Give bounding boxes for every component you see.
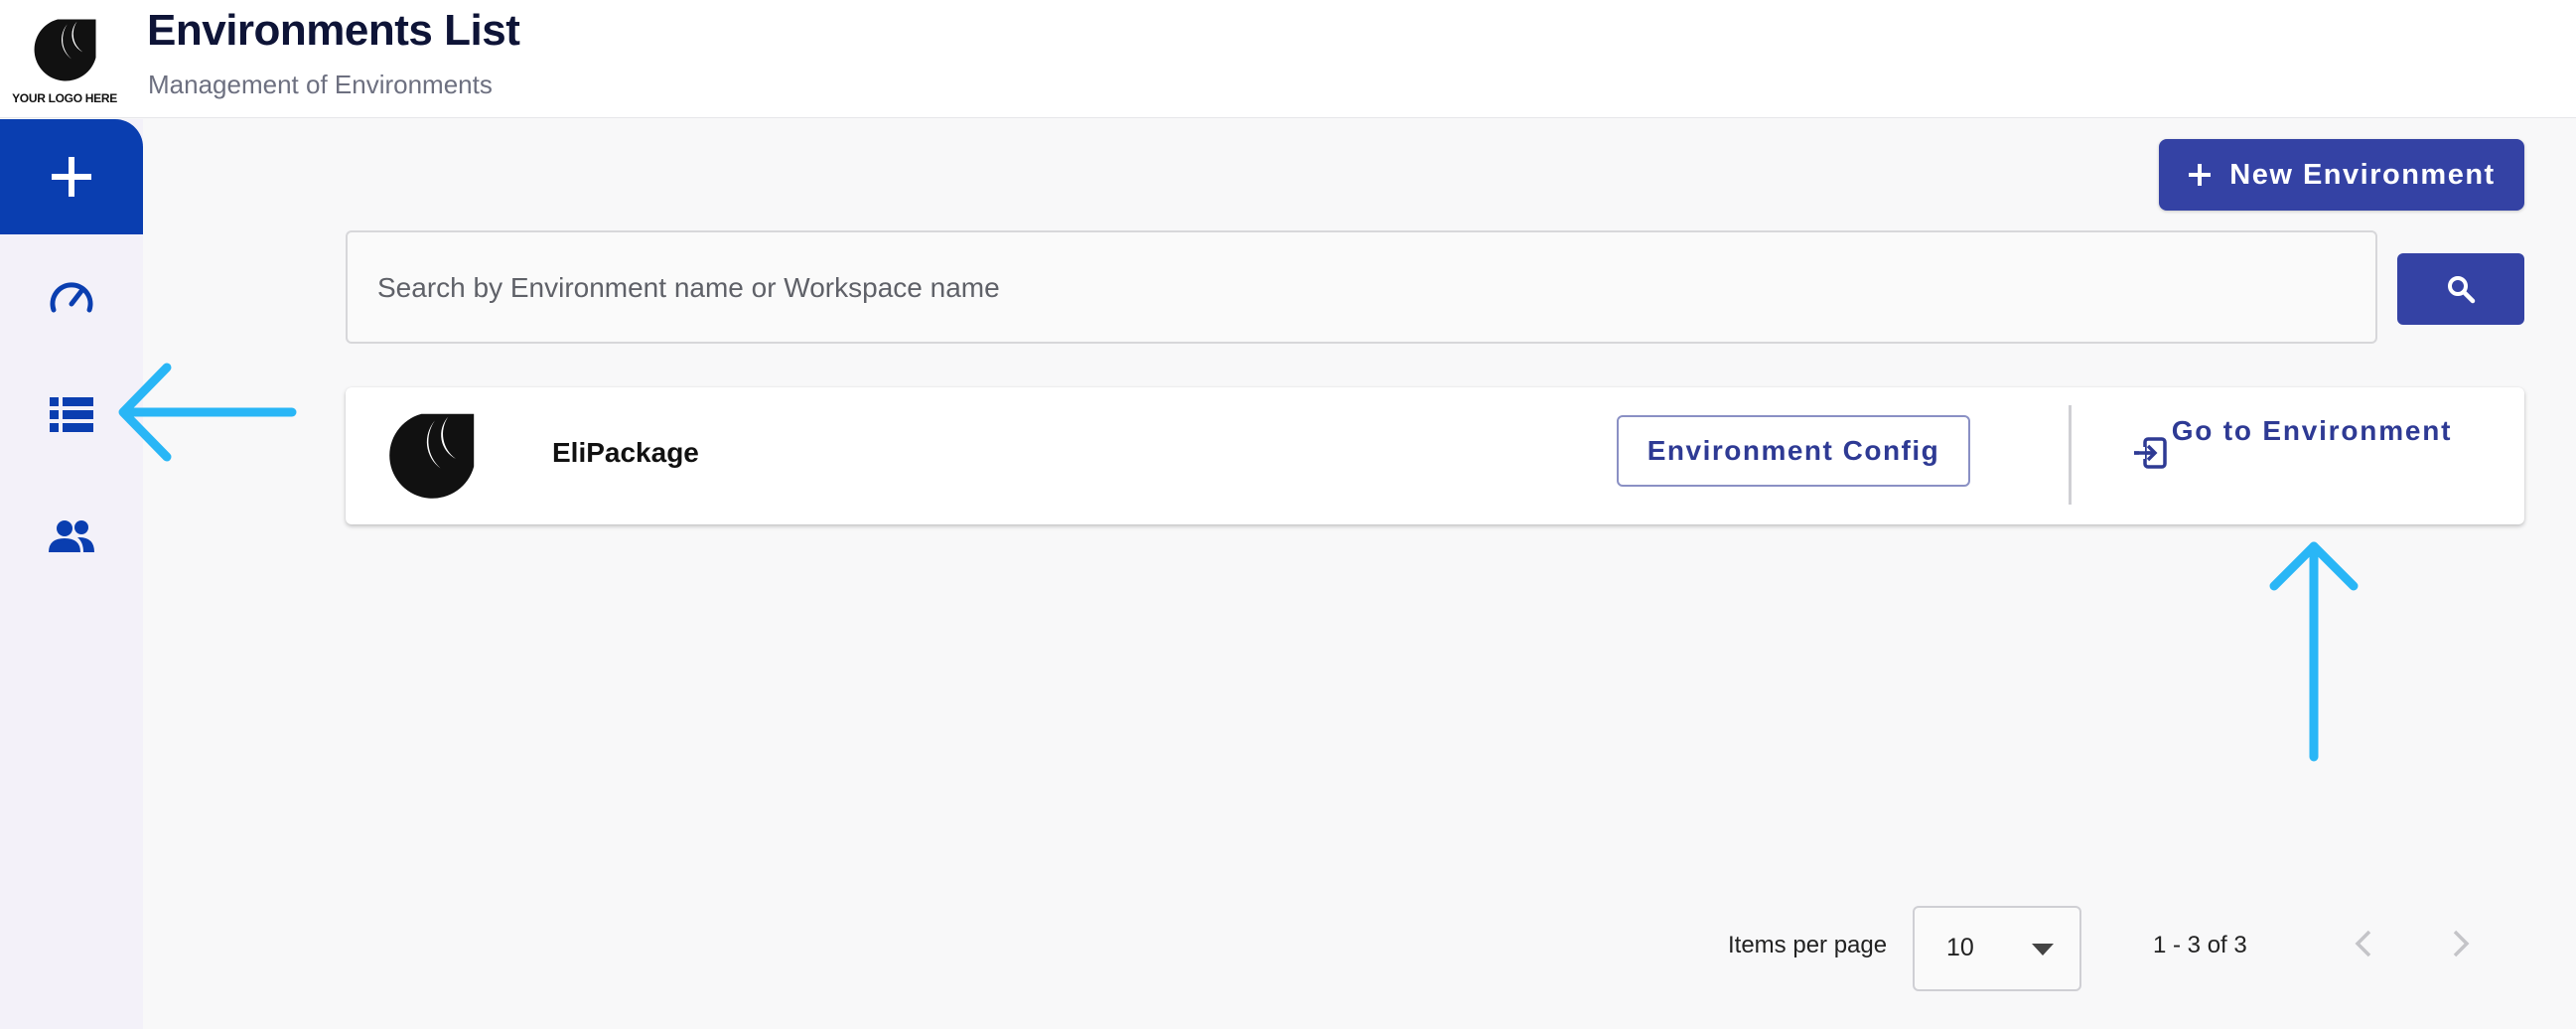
pagination-range: 1 - 3 of 3	[2153, 932, 2247, 958]
annotation-arrow-left	[118, 363, 297, 462]
list-icon	[50, 397, 93, 432]
logo-text: YOUR LOGO HERE	[12, 91, 117, 105]
speedometer-icon	[50, 282, 93, 313]
new-environment-button[interactable]: New Environment	[2159, 139, 2524, 211]
sidebar-add-button[interactable]	[0, 119, 143, 234]
app-header: YOUR LOGO HERE Environments List Managem…	[0, 0, 2576, 118]
login-icon	[2134, 437, 2167, 469]
items-per-page-label: Items per page	[1728, 932, 1888, 958]
search-button[interactable]	[2397, 253, 2524, 325]
annotation-arrow-up	[2269, 541, 2359, 762]
plus-icon	[2189, 164, 2212, 186]
card-divider	[2069, 405, 2072, 505]
sidebar	[0, 119, 143, 1029]
environment-card: EliPackage Environment Config Go to Envi…	[346, 387, 2524, 524]
page-subtitle: Management of Environments	[148, 70, 493, 99]
next-page-icon[interactable]	[2451, 928, 2471, 959]
people-icon	[49, 520, 94, 552]
page-title: Environments List	[147, 6, 520, 55]
logo-icon	[34, 19, 96, 81]
sidebar-item-dashboard[interactable]	[0, 261, 143, 331]
environment-name: EliPackage	[552, 437, 699, 468]
environment-config-button[interactable]: Environment Config	[1617, 415, 1970, 487]
company-logo: YOUR LOGO HERE	[0, 12, 129, 105]
go-to-environment-label: Go to Environment	[2171, 415, 2453, 446]
previous-page-icon[interactable]	[2354, 928, 2373, 959]
new-environment-label: New Environment	[2229, 158, 2496, 191]
search-input[interactable]	[375, 232, 2346, 344]
search-icon	[2448, 276, 2476, 304]
caret-down-icon	[2032, 944, 2054, 956]
search-box	[346, 230, 2377, 344]
items-per-page-value: 10	[1946, 934, 1974, 961]
sidebar-item-users[interactable]	[0, 502, 143, 571]
items-per-page-select[interactable]: 10	[1913, 906, 2081, 991]
environment-logo-icon	[389, 413, 475, 499]
plus-icon	[52, 157, 91, 197]
